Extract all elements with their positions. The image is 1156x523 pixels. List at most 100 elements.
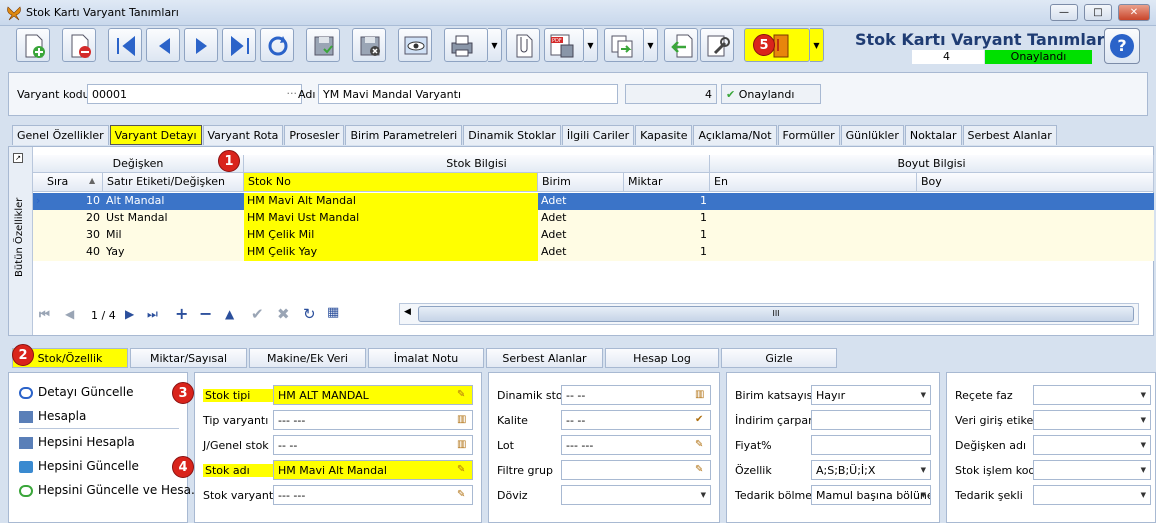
- dropdown-arrow-icon[interactable]: ▼: [1141, 441, 1146, 449]
- panel3-field-1[interactable]: [811, 410, 931, 430]
- lookup-icon[interactable]: ✎: [457, 464, 469, 476]
- tab-varyant-rota[interactable]: Varyant Rota: [202, 125, 284, 145]
- table-row[interactable]: 40 Yay HM Çelik Yay Adet 1: [33, 244, 1154, 261]
- action-hepsini-guncelle-hesapla[interactable]: Hepsini Güncelle ve Hesa...: [19, 483, 202, 497]
- col-stok-no[interactable]: Stok No: [244, 173, 538, 192]
- panel4-field-1[interactable]: ▼: [1033, 410, 1151, 430]
- panel2-field-3[interactable]: ✎: [561, 460, 711, 480]
- pager-first-icon[interactable]: ⏮: [39, 307, 50, 322]
- tab-formuller[interactable]: Formüller: [777, 125, 840, 145]
- panel1-field-1[interactable]: --- --- ▥: [273, 410, 473, 430]
- dropdown-arrow-icon[interactable]: ▼: [921, 491, 926, 499]
- approved-checkbox[interactable]: ✔ Onaylandı: [721, 84, 821, 104]
- dropdown-arrow-icon[interactable]: ▼: [921, 466, 926, 474]
- pager-up-icon[interactable]: ▲: [225, 307, 234, 321]
- delete-record-button[interactable]: [62, 28, 96, 62]
- last-record-button[interactable]: [222, 28, 256, 62]
- pdf-export-button[interactable]: PDF: [544, 28, 584, 62]
- next-record-button[interactable]: [184, 28, 218, 62]
- lookup-icon[interactable]: ✎: [695, 464, 707, 476]
- tab-genel[interactable]: Genel Özellikler: [12, 125, 109, 145]
- table-row[interactable]: 10 Alt Mandal HM Mavi Alt Mandal Adet 1 ›: [33, 193, 1154, 210]
- table-row[interactable]: 30 Mil HM Çelik Mil Adet 1: [33, 227, 1154, 244]
- pager-remove-icon[interactable]: −: [199, 304, 212, 323]
- maximize-button[interactable]: □: [1084, 4, 1112, 21]
- pager-refresh-icon[interactable]: ↻: [303, 305, 316, 323]
- tab-ilgili-cariler[interactable]: İlgili Cariler: [561, 125, 635, 145]
- pager-confirm-icon[interactable]: ✔: [251, 305, 264, 323]
- tab-aciklama-not[interactable]: Açıklama/Not: [693, 125, 777, 145]
- transfer-button[interactable]: [604, 28, 644, 62]
- refresh-button[interactable]: [260, 28, 294, 62]
- btab-hesap-log[interactable]: Hesap Log: [605, 348, 719, 368]
- panel2-field-0[interactable]: -- -- ▥: [561, 385, 711, 405]
- dropdown-arrow-icon[interactable]: ▼: [701, 491, 706, 499]
- tab-noktalar[interactable]: Noktalar: [904, 125, 962, 145]
- col-boy[interactable]: Boy: [917, 173, 1154, 192]
- dropdown-arrow-icon[interactable]: ▼: [1141, 466, 1146, 474]
- tools-button[interactable]: [700, 28, 734, 62]
- tab-varyant-detayi[interactable]: Varyant Detayı: [109, 125, 202, 145]
- variant-code-input[interactable]: 00001 ···: [87, 84, 302, 104]
- panel3-field-3[interactable]: A;S;B;Ü;İ;X ▼: [811, 460, 931, 480]
- scroll-left-icon[interactable]: ◀: [404, 307, 411, 317]
- panel4-field-3[interactable]: ▼: [1033, 460, 1151, 480]
- variant-name-input[interactable]: YM Mavi Mandal Varyantı: [318, 84, 618, 104]
- panel3-field-0[interactable]: Hayır ▼: [811, 385, 931, 405]
- close-button[interactable]: ✕: [1118, 4, 1150, 21]
- panel2-field-1[interactable]: -- -- ✔: [561, 410, 711, 430]
- pager-cancel-icon[interactable]: ✖: [277, 305, 290, 323]
- dropdown-arrow-icon[interactable]: ▼: [1141, 491, 1146, 499]
- col-miktar[interactable]: Miktar: [624, 173, 710, 192]
- lookup-icon[interactable]: ✎: [457, 489, 469, 501]
- pdf-dropdown[interactable]: ▼: [584, 28, 598, 62]
- pager-next-icon[interactable]: ▶: [125, 307, 134, 321]
- btab-miktar-sayisal[interactable]: Miktar/Sayısal: [130, 348, 247, 368]
- col-sira[interactable]: Sıra ▲: [33, 173, 103, 192]
- tab-gunlukler[interactable]: Günlükler: [840, 125, 904, 145]
- new-record-button[interactable]: [16, 28, 50, 62]
- tab-serbest-alanlar[interactable]: Serbest Alanlar: [962, 125, 1057, 145]
- btab-gizle[interactable]: Gizle: [721, 348, 837, 368]
- tab-dinamik-stoklar[interactable]: Dinamik Stoklar: [463, 125, 561, 145]
- panel2-field-2[interactable]: --- --- ✎: [561, 435, 711, 455]
- panel3-field-4[interactable]: Mamul başına bölüne ▼: [811, 485, 931, 505]
- pager-last-icon[interactable]: ⏭: [147, 307, 158, 322]
- lookup-icon[interactable]: ▥: [457, 414, 469, 426]
- btab-makine-ek-veri[interactable]: Makine/Ek Veri: [249, 348, 366, 368]
- tab-prosesler[interactable]: Prosesler: [284, 125, 345, 145]
- panel2-field-4[interactable]: ▼: [561, 485, 711, 505]
- panel4-field-0[interactable]: ▼: [1033, 385, 1151, 405]
- panel1-field-4[interactable]: --- --- ✎: [273, 485, 473, 505]
- action-hepsini-hesapla[interactable]: Hepsini Hesapla: [19, 435, 135, 449]
- table-row[interactable]: 20 Ust Mandal HM Mavi Ust Mandal Adet 1: [33, 210, 1154, 227]
- lookup-icon[interactable]: ✎: [457, 389, 469, 401]
- import-button[interactable]: [664, 28, 698, 62]
- save-button[interactable]: [306, 28, 340, 62]
- dropdown-arrow-icon[interactable]: ▼: [1141, 391, 1146, 399]
- col-birim[interactable]: Birim: [538, 173, 624, 192]
- first-record-button[interactable]: [108, 28, 142, 62]
- col-satir-etiketi[interactable]: Satır Etiketi/Değişken: [103, 173, 244, 192]
- column-chooser-icon[interactable]: ↗: [13, 153, 23, 163]
- tab-kapasite[interactable]: Kapasite: [635, 125, 693, 145]
- print-dropdown[interactable]: ▼: [488, 28, 502, 62]
- panel4-field-2[interactable]: ▼: [1033, 435, 1151, 455]
- lookup-icon[interactable]: ▥: [457, 439, 469, 451]
- col-en[interactable]: En: [710, 173, 917, 192]
- pager-add-icon[interactable]: +: [175, 304, 188, 323]
- cancel-save-button[interactable]: [352, 28, 386, 62]
- print-button[interactable]: [444, 28, 488, 62]
- preview-button[interactable]: [398, 28, 432, 62]
- action-hepsini-guncelle[interactable]: Hepsini Güncelle: [19, 459, 139, 473]
- action-hesapla[interactable]: Hesapla: [19, 409, 86, 423]
- panel4-field-4[interactable]: ▼: [1033, 485, 1151, 505]
- panel1-field-2[interactable]: -- -- ▥: [273, 435, 473, 455]
- dropdown-arrow-icon[interactable]: ▼: [1141, 416, 1146, 424]
- prev-record-button[interactable]: [146, 28, 180, 62]
- panel3-field-2[interactable]: [811, 435, 931, 455]
- lookup-icon[interactable]: ▥: [695, 389, 707, 401]
- panel1-field-3[interactable]: HM Mavi Alt Mandal ✎: [273, 460, 473, 480]
- pager-filter-icon[interactable]: ▦: [327, 305, 339, 320]
- attachment-button[interactable]: [506, 28, 540, 62]
